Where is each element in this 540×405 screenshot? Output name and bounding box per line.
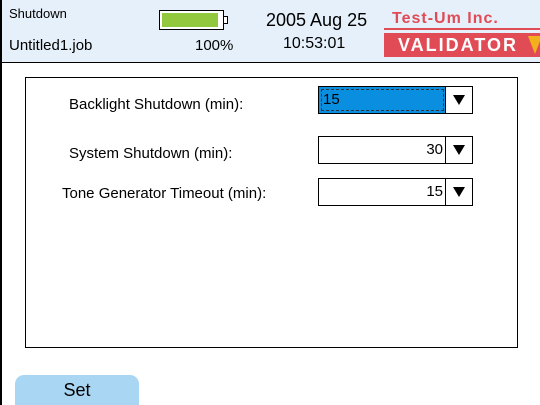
battery-fill	[162, 13, 218, 27]
device-screen: Shutdown Untitled1.job 100% 2005 Aug 25 …	[0, 0, 540, 405]
time-display: 10:53:01	[283, 35, 346, 52]
status-header: Shutdown Untitled1.job 100% 2005 Aug 25 …	[2, 0, 540, 63]
set-button[interactable]: Set	[15, 375, 139, 405]
screen-title: Shutdown	[9, 6, 67, 21]
brand-logo: Test-Um Inc. VALIDATOR	[384, 10, 540, 58]
chevron-down-icon[interactable]	[445, 179, 472, 205]
date-display: 2005 Aug 25	[266, 10, 368, 30]
system-shutdown-label: System Shutdown (min):	[69, 145, 233, 162]
tone-generator-timeout-select[interactable]: 15	[318, 178, 473, 206]
battery-percent: 100%	[195, 37, 234, 54]
backlight-shutdown-value: 15	[319, 87, 446, 113]
backlight-shutdown-label: Backlight Shutdown (min):	[69, 96, 244, 113]
battery-icon	[159, 10, 229, 32]
brand-product: VALIDATOR	[384, 33, 540, 57]
checkmark-icon	[528, 36, 540, 54]
tone-generator-timeout-value: 15	[426, 183, 443, 200]
system-shutdown-value: 30	[426, 141, 443, 158]
job-filename: Untitled1.job	[9, 37, 93, 54]
chevron-down-icon[interactable]	[445, 87, 472, 113]
settings-panel: Backlight Shutdown (min): 15 System Shut…	[25, 77, 518, 348]
brand-company: Test-Um Inc.	[384, 10, 540, 30]
chevron-down-icon[interactable]	[445, 137, 472, 163]
backlight-shutdown-select[interactable]: 15	[318, 86, 473, 114]
tone-generator-timeout-label: Tone Generator Timeout (min):	[62, 185, 267, 202]
system-shutdown-select[interactable]: 30	[318, 136, 473, 164]
